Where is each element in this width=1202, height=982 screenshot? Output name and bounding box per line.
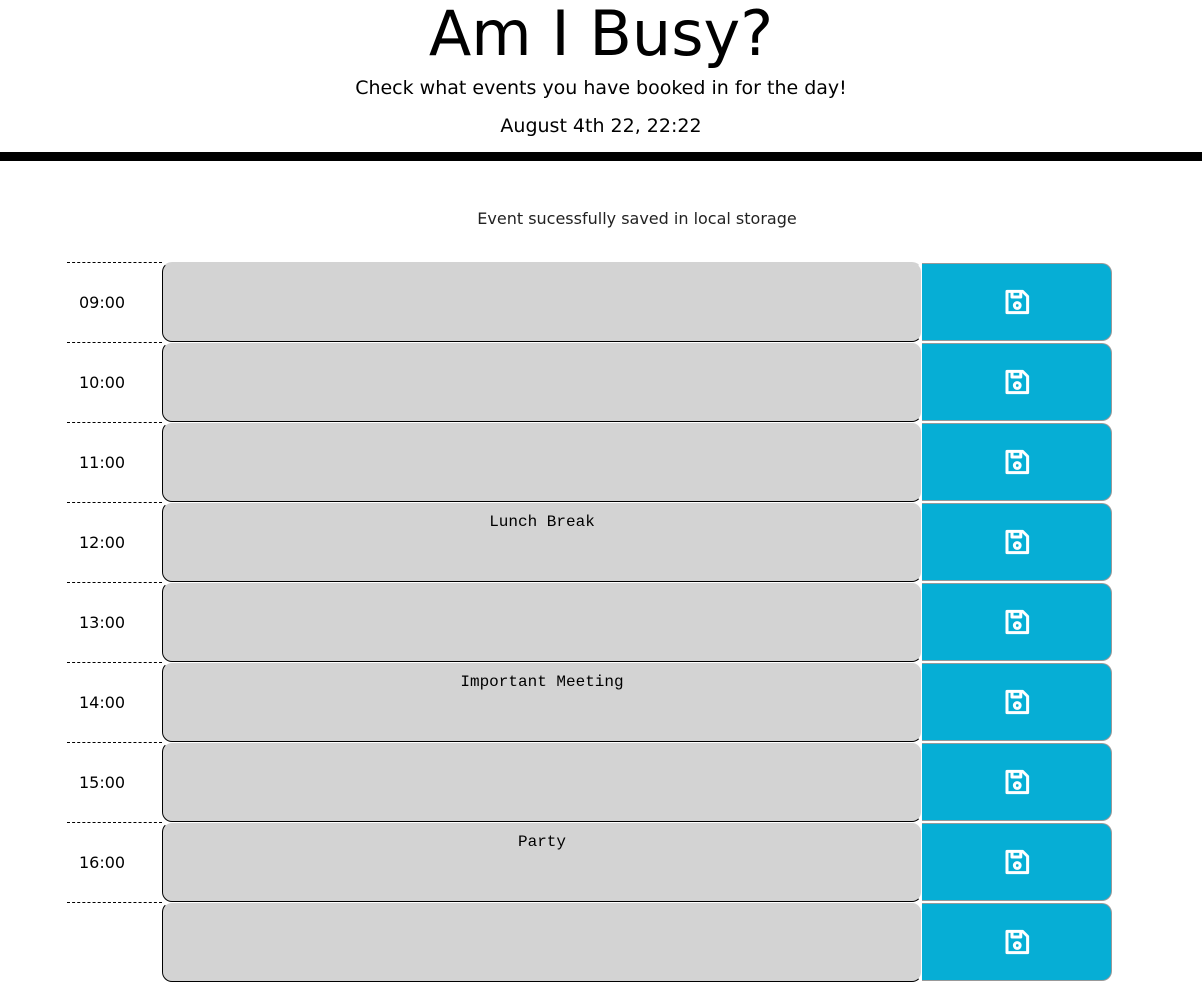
event-textarea[interactable] xyxy=(162,582,922,662)
floppy-disk-icon xyxy=(1002,287,1032,317)
floppy-disk-icon xyxy=(1002,687,1032,717)
hour-label: 09:00 xyxy=(67,262,162,342)
time-block xyxy=(67,902,1112,982)
time-block: 09:00 xyxy=(67,262,1112,342)
time-block: 14:00 Important Meeting xyxy=(67,662,1112,742)
event-textarea[interactable] xyxy=(162,742,922,822)
event-textarea[interactable] xyxy=(162,262,922,342)
floppy-disk-icon xyxy=(1002,367,1032,397)
event-textarea[interactable] xyxy=(162,342,922,422)
hour-label: 10:00 xyxy=(67,342,162,422)
floppy-disk-icon xyxy=(1002,927,1032,957)
hour-label: 15:00 xyxy=(67,742,162,822)
event-textarea[interactable]: Lunch Break xyxy=(162,502,922,582)
page-header: Am I Busy? Check what events you have bo… xyxy=(0,0,1202,161)
event-textarea[interactable] xyxy=(162,422,922,502)
save-button[interactable] xyxy=(922,503,1112,581)
hour-label: 12:00 xyxy=(67,502,162,582)
floppy-disk-icon xyxy=(1002,847,1032,877)
save-button[interactable] xyxy=(922,823,1112,901)
save-button[interactable] xyxy=(922,263,1112,341)
save-button[interactable] xyxy=(922,423,1112,501)
save-button[interactable] xyxy=(922,583,1112,661)
floppy-disk-icon xyxy=(1002,767,1032,797)
current-date: August 4th 22, 22:22 xyxy=(500,115,702,137)
floppy-disk-icon xyxy=(1002,447,1032,477)
floppy-disk-icon xyxy=(1002,607,1032,637)
hour-label: 13:00 xyxy=(67,582,162,662)
time-block: 10:00 xyxy=(67,342,1112,422)
hour-label: 16:00 xyxy=(67,822,162,902)
hour-label: 11:00 xyxy=(67,422,162,502)
time-block: 15:00 xyxy=(67,742,1112,822)
schedule: 09:00 10:00 11:00 12:00 Lunch Break 13:0… xyxy=(67,262,1112,982)
time-block: 12:00 Lunch Break xyxy=(67,502,1112,582)
event-textarea[interactable]: Party xyxy=(162,822,922,902)
save-button[interactable] xyxy=(922,903,1112,981)
save-button[interactable] xyxy=(922,743,1112,821)
event-textarea[interactable]: Important Meeting xyxy=(162,662,922,742)
event-textarea[interactable] xyxy=(162,902,922,982)
time-block: 16:00 Party xyxy=(67,822,1112,902)
page-subtitle: Check what events you have booked in for… xyxy=(355,77,847,99)
time-block: 11:00 xyxy=(67,422,1112,502)
page-title: Am I Busy? xyxy=(428,0,774,70)
floppy-disk-icon xyxy=(1002,527,1032,557)
save-button[interactable] xyxy=(922,663,1112,741)
hour-label: 14:00 xyxy=(67,662,162,742)
time-block: 13:00 xyxy=(67,582,1112,662)
save-button[interactable] xyxy=(922,343,1112,421)
save-status-message: Event sucessfully saved in local storage xyxy=(477,209,797,228)
hour-label xyxy=(67,902,162,982)
